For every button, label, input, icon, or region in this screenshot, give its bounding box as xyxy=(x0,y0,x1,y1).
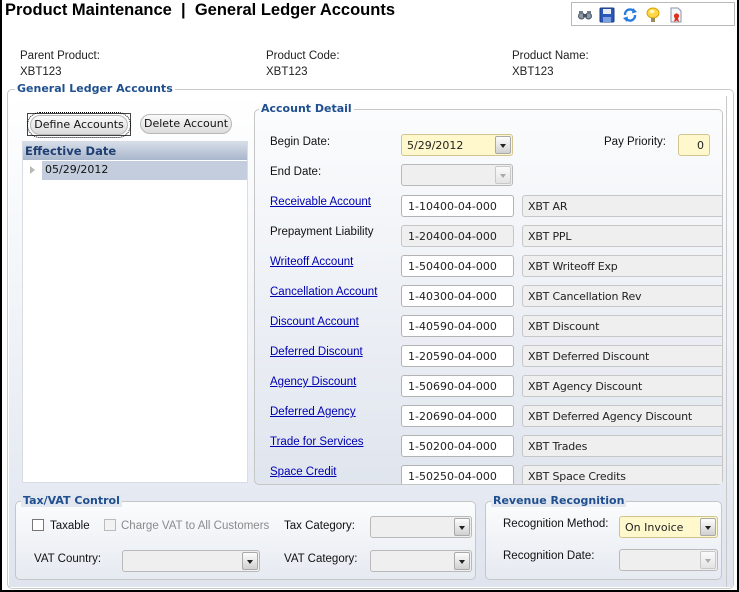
account-description: XBT Writeoff Exp xyxy=(522,255,722,277)
recognition-date-picker[interactable] xyxy=(619,549,718,571)
account-description: XBT Trades xyxy=(522,435,722,457)
account-description: XBT PPL xyxy=(522,225,722,247)
recognition-method-select[interactable]: On Invoice xyxy=(619,516,718,538)
recognition-method-label: Recognition Method: xyxy=(503,518,609,530)
account-code-input[interactable]: 1-50250-04-000 xyxy=(401,465,514,484)
panel-divider xyxy=(726,96,728,587)
account-code-input[interactable]: 1-20400-04-000 xyxy=(401,225,514,247)
account-code-input[interactable]: 1-50690-04-000 xyxy=(401,375,514,397)
recognition-date-label: Recognition Date: xyxy=(503,550,595,562)
account-code-input[interactable]: 1-20690-04-000 xyxy=(401,405,514,427)
account-description: XBT Discount xyxy=(522,315,722,337)
account-code-input[interactable]: 1-10400-04-000 xyxy=(401,195,514,217)
account-code-input[interactable]: 1-20590-04-000 xyxy=(401,345,514,367)
tax-vat-control-legend: Tax/VAT Control xyxy=(21,494,122,507)
recognition-method-dropdown-button[interactable] xyxy=(700,518,716,536)
vat-category-dropdown-button[interactable] xyxy=(454,552,470,570)
recognition-date-dropdown-button[interactable] xyxy=(700,551,716,569)
account-label-deferred-agency[interactable]: Deferred Agency xyxy=(270,406,356,418)
chevron-down-icon xyxy=(459,560,465,564)
account-label-agency-discount[interactable]: Agency Discount xyxy=(270,376,356,388)
account-description: XBT Cancellation Rev xyxy=(522,285,722,307)
account-description: XBT AR xyxy=(522,195,722,217)
account-label-cancellation-account[interactable]: Cancellation Account xyxy=(270,286,377,298)
taxable-checkbox[interactable] xyxy=(32,519,44,531)
revenue-recognition-legend: Revenue Recognition xyxy=(491,494,627,507)
account-label-trade-for-services[interactable]: Trade for Services xyxy=(270,436,364,448)
recognition-method-value: On Invoice xyxy=(625,521,684,534)
charge-vat-checkbox[interactable] xyxy=(104,519,116,531)
account-label-receivable-account[interactable]: Receivable Account xyxy=(270,196,371,208)
vat-country-select[interactable] xyxy=(122,550,260,572)
chevron-down-icon xyxy=(459,526,465,530)
charge-vat-label: Charge VAT to All Customers xyxy=(121,520,270,532)
account-code-input[interactable]: 1-40300-04-000 xyxy=(401,285,514,307)
account-rows: Receivable Account 1-10400-04-000 XBT AR Pr… xyxy=(0,0,739,484)
chevron-down-icon xyxy=(705,526,711,530)
vat-category-label: VAT Category: xyxy=(284,553,358,565)
account-description: XBT Agency Discount xyxy=(522,375,722,397)
account-description: XBT Deferred Discount xyxy=(522,345,722,367)
account-code-input[interactable]: 1-50400-04-000 xyxy=(401,255,514,277)
tax-category-dropdown-button[interactable] xyxy=(454,518,470,536)
chevron-down-icon xyxy=(247,560,253,564)
vat-country-label: VAT Country: xyxy=(34,553,102,565)
chevron-down-icon xyxy=(705,559,711,563)
account-code-input[interactable]: 1-50200-04-000 xyxy=(401,435,514,457)
account-label-space-credit[interactable]: Space Credit xyxy=(270,466,336,478)
account-code-input[interactable]: 1-40590-04-000 xyxy=(401,315,514,337)
taxable-label: Taxable xyxy=(50,520,90,532)
tax-category-select[interactable] xyxy=(370,516,472,538)
account-description: XBT Space Credits xyxy=(522,465,722,484)
vat-category-select[interactable] xyxy=(370,550,472,572)
account-label-prepayment-liability: Prepayment Liability xyxy=(270,226,374,238)
account-description: XBT Deferred Agency Discount xyxy=(522,405,722,427)
account-label-discount-account[interactable]: Discount Account xyxy=(270,316,359,328)
tax-category-label: Tax Category: xyxy=(284,520,355,532)
account-label-deferred-discount[interactable]: Deferred Discount xyxy=(270,346,363,358)
vat-country-dropdown-button[interactable] xyxy=(242,552,258,570)
account-label-writeoff-account[interactable]: Writeoff Account xyxy=(270,256,353,268)
